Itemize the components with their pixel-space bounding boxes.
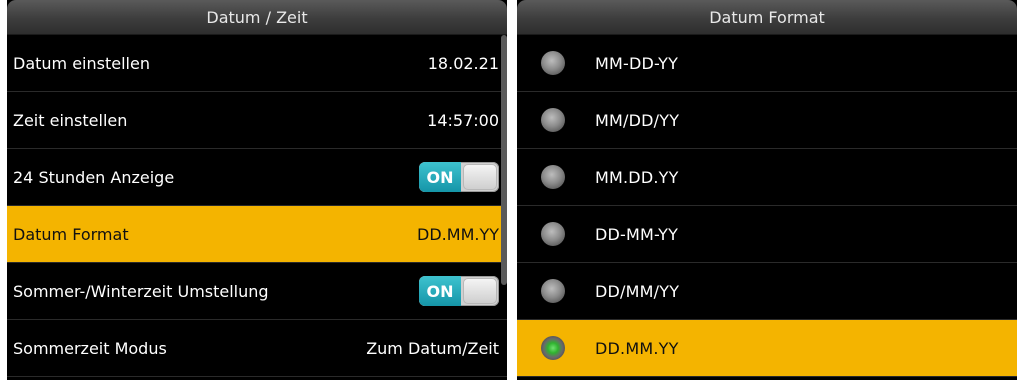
option-label: DD.MM.YY — [595, 338, 679, 358]
radio-button-icon[interactable] — [541, 165, 565, 189]
option-label: MM.DD.YY — [595, 167, 679, 187]
option-label: DD-MM-YY — [595, 224, 679, 244]
toggle-on-label: ON — [419, 276, 461, 306]
toggle-on-label: ON — [419, 162, 461, 192]
toggle-knob — [463, 164, 497, 190]
row-label: Sommerzeit Modus — [13, 338, 167, 358]
24h-toggle[interactable]: ON — [419, 162, 499, 192]
datum-zeit-list: Datum einstellen 18.02.21 Zeit einstelle… — [7, 35, 507, 377]
option-dd-mm-yy-dash[interactable]: DD-MM-YY — [517, 206, 1017, 263]
scrollbar[interactable] — [501, 35, 507, 285]
dst-toggle[interactable]: ON — [419, 276, 499, 306]
radio-button-icon[interactable] — [541, 51, 565, 75]
row-sommerzeit-modus[interactable]: Sommerzeit Modus Zum Datum/Zeit — [7, 320, 507, 377]
row-label: Sommer-/Winterzeit Umstellung — [13, 281, 269, 301]
option-label: DD/MM/YY — [595, 281, 680, 301]
row-datum-einstellen[interactable]: Datum einstellen 18.02.21 — [7, 35, 507, 92]
option-dd-mm-yy-slash[interactable]: DD/MM/YY — [517, 263, 1017, 320]
option-mm-dd-yy-dash[interactable]: MM-DD-YY — [517, 35, 1017, 92]
option-dd-mm-yy-dot[interactable]: DD.MM.YY — [517, 320, 1017, 377]
row-24-stunden-anzeige[interactable]: 24 Stunden Anzeige ON — [7, 149, 507, 206]
row-label: Datum Format — [13, 224, 129, 244]
radio-button-checked-icon[interactable] — [541, 336, 565, 360]
radio-button-icon[interactable] — [541, 108, 565, 132]
row-value: Zum Datum/Zeit — [366, 338, 499, 358]
row-value: DD.MM.YY — [417, 224, 499, 244]
row-datum-format[interactable]: Datum Format DD.MM.YY — [7, 206, 507, 263]
option-mm-dd-yy-dot[interactable]: MM.DD.YY — [517, 149, 1017, 206]
datum-format-title: Datum Format — [517, 0, 1017, 35]
datum-format-list: MM-DD-YY MM/DD/YY MM.DD.YY DD-MM-YY DD/M… — [517, 35, 1017, 377]
datum-format-screen: Datum Format MM-DD-YY MM/DD/YY MM.DD.YY … — [517, 0, 1017, 380]
datum-zeit-title: Datum / Zeit — [7, 0, 507, 35]
row-label: 24 Stunden Anzeige — [13, 167, 175, 187]
option-label: MM/DD/YY — [595, 110, 680, 130]
row-value: 18.02.21 — [427, 53, 499, 73]
row-label: Zeit einstellen — [13, 110, 128, 130]
datum-zeit-screen: Datum / Zeit Datum einstellen 18.02.21 Z… — [7, 0, 507, 380]
option-label: MM-DD-YY — [595, 53, 679, 73]
row-value: 14:57:00 — [427, 110, 499, 130]
row-sommer-winterzeit[interactable]: Sommer-/Winterzeit Umstellung ON — [7, 263, 507, 320]
radio-button-icon[interactable] — [541, 279, 565, 303]
toggle-knob — [463, 278, 497, 304]
radio-button-icon[interactable] — [541, 222, 565, 246]
row-zeit-einstellen[interactable]: Zeit einstellen 14:57:00 — [7, 92, 507, 149]
row-label: Datum einstellen — [13, 53, 150, 73]
option-mm-dd-yy-slash[interactable]: MM/DD/YY — [517, 92, 1017, 149]
